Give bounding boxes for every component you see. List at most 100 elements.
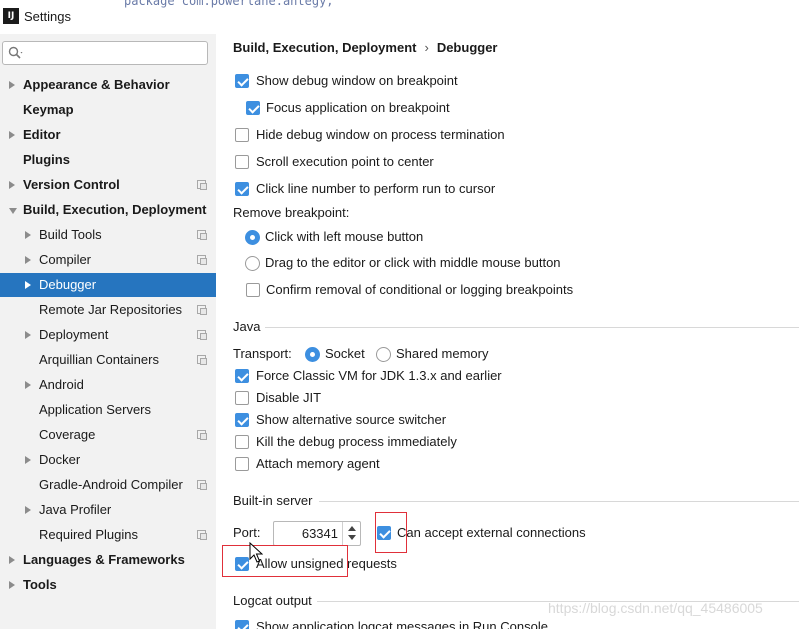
title-bar: package com.powerlane.antegy; IJ Setting… bbox=[0, 0, 799, 34]
sidebar-item-debugger[interactable]: Debugger bbox=[0, 273, 216, 297]
project-level-icon bbox=[197, 230, 207, 240]
project-level-icon bbox=[197, 480, 207, 490]
sidebar-item-tools[interactable]: Tools bbox=[0, 573, 216, 597]
sidebar-item-remote-jar-repositories[interactable]: Remote Jar Repositories bbox=[0, 298, 216, 322]
sidebar-item-label: Build, Execution, Deployment bbox=[23, 202, 207, 217]
sidebar-item-label: Compiler bbox=[39, 252, 92, 267]
chevron-right-icon[interactable] bbox=[9, 131, 15, 139]
sidebar-item-label: Arquillian Containers bbox=[39, 352, 159, 367]
sidebar-item-label: Application Servers bbox=[39, 402, 151, 417]
sidebar-item-languages-frameworks[interactable]: Languages & Frameworks bbox=[0, 548, 216, 572]
attach-memory-agent-checkbox[interactable] bbox=[235, 457, 249, 471]
remove-left-click-radio[interactable] bbox=[245, 230, 260, 245]
java-section-divider bbox=[265, 327, 799, 328]
scroll-execution-checkbox[interactable] bbox=[235, 155, 249, 169]
builtin-server-section-title: Built-in server bbox=[233, 493, 313, 508]
remove-breakpoint-label: Remove breakpoint: bbox=[233, 205, 350, 220]
project-level-icon bbox=[197, 305, 207, 315]
sidebar-item-java-profiler[interactable]: Java Profiler bbox=[0, 498, 216, 522]
chevron-right-icon[interactable] bbox=[25, 456, 31, 464]
project-level-icon bbox=[197, 255, 207, 265]
chevron-right-icon[interactable] bbox=[25, 281, 31, 289]
kill-process-checkbox[interactable] bbox=[235, 435, 249, 449]
sidebar-item-build-tools[interactable]: Build Tools bbox=[0, 223, 216, 247]
sidebar-item-label: Remote Jar Repositories bbox=[39, 302, 183, 317]
debugger-settings-panel: Build, Execution, Deployment › Debugger Sh… bbox=[216, 34, 799, 629]
show-app-logcat-checkbox[interactable] bbox=[235, 620, 249, 629]
hide-debug-window-checkbox[interactable] bbox=[235, 128, 249, 142]
confirm-removal-label: Confirm removal of conditional or loggin… bbox=[266, 282, 574, 297]
chevron-down-icon[interactable] bbox=[9, 208, 17, 214]
sidebar-item-appearance-behavior[interactable]: Appearance & Behavior bbox=[0, 73, 216, 97]
sidebar-item-label: Keymap bbox=[23, 102, 74, 117]
socket-radio[interactable] bbox=[305, 347, 320, 362]
click-line-number-label: Click line number to perform run to curs… bbox=[256, 181, 496, 196]
sidebar-item-label: Plugins bbox=[23, 152, 70, 167]
sidebar-item-keymap[interactable]: Keymap bbox=[0, 98, 216, 122]
port-label: Port: bbox=[233, 525, 261, 540]
sidebar-item-coverage[interactable]: Coverage bbox=[0, 423, 216, 447]
sidebar-item-label: Java Profiler bbox=[39, 502, 112, 517]
sidebar-item-label: Required Plugins bbox=[39, 527, 139, 542]
alt-source-switcher-label: Show alternative source switcher bbox=[256, 412, 447, 427]
sidebar-item-editor[interactable]: Editor bbox=[0, 123, 216, 147]
scroll-execution-label: Scroll execution point to center bbox=[256, 154, 434, 169]
force-classic-vm-checkbox[interactable] bbox=[235, 369, 249, 383]
port-spinner[interactable] bbox=[342, 522, 360, 545]
sidebar-item-build-execution-deployment[interactable]: Build, Execution, Deployment bbox=[0, 198, 216, 222]
focus-application-checkbox[interactable] bbox=[246, 101, 260, 115]
sidebar-item-label: Gradle-Android Compiler bbox=[39, 477, 183, 492]
sidebar-item-deployment[interactable]: Deployment bbox=[0, 323, 216, 347]
intellij-app-icon: IJ bbox=[3, 8, 19, 24]
chevron-right-icon[interactable] bbox=[25, 381, 31, 389]
port-decrement-icon[interactable] bbox=[348, 535, 356, 540]
chevron-right-icon[interactable] bbox=[9, 581, 15, 589]
sidebar-item-arquillian-containers[interactable]: Arquillian Containers bbox=[0, 348, 216, 372]
port-value[interactable]: 63341 bbox=[302, 526, 338, 541]
sidebar-item-docker[interactable]: Docker bbox=[0, 448, 216, 472]
show-app-logcat-label: Show application logcat messages in Run … bbox=[256, 619, 548, 629]
chevron-right-icon[interactable] bbox=[25, 331, 31, 339]
chevron-right-icon[interactable] bbox=[25, 231, 31, 239]
sidebar-item-application-servers[interactable]: Application Servers bbox=[0, 398, 216, 422]
chevron-right-icon[interactable] bbox=[9, 81, 15, 89]
port-stepper[interactable]: 63341 bbox=[273, 521, 361, 546]
shared-memory-radio[interactable] bbox=[376, 347, 391, 362]
chevron-right-icon[interactable] bbox=[9, 181, 15, 189]
sidebar-item-label: Tools bbox=[23, 577, 57, 592]
annotation-highlight-allow-unsigned bbox=[222, 545, 348, 577]
sidebar-item-label: Docker bbox=[39, 452, 81, 467]
chevron-right-icon[interactable] bbox=[9, 556, 15, 564]
breadcrumb: Build, Execution, Deployment › Debugger bbox=[233, 40, 497, 55]
sidebar-item-compiler[interactable]: Compiler bbox=[0, 248, 216, 272]
confirm-removal-checkbox[interactable] bbox=[246, 283, 260, 297]
sidebar-item-version-control[interactable]: Version Control bbox=[0, 173, 216, 197]
java-section-title: Java bbox=[233, 319, 261, 334]
sidebar-item-gradle-android-compiler[interactable]: Gradle-Android Compiler bbox=[0, 473, 216, 497]
alt-source-switcher-checkbox[interactable] bbox=[235, 413, 249, 427]
chevron-right-icon[interactable] bbox=[25, 256, 31, 264]
click-line-number-checkbox[interactable] bbox=[235, 182, 249, 196]
disable-jit-checkbox[interactable] bbox=[235, 391, 249, 405]
project-level-icon bbox=[197, 430, 207, 440]
sidebar-item-label: Appearance & Behavior bbox=[23, 77, 170, 92]
sidebar-item-label: Editor bbox=[23, 127, 61, 142]
mouse-pointer-icon bbox=[249, 542, 263, 563]
breadcrumb-current: Debugger bbox=[436, 40, 498, 55]
breadcrumb-parent[interactable]: Build, Execution, Deployment bbox=[233, 40, 416, 55]
show-debug-window-label: Show debug window on breakpoint bbox=[256, 73, 458, 88]
sidebar-item-required-plugins[interactable]: Required Plugins bbox=[0, 523, 216, 547]
sidebar-item-label: Version Control bbox=[23, 177, 120, 192]
sidebar-item-plugins[interactable]: Plugins bbox=[0, 148, 216, 172]
port-increment-icon[interactable] bbox=[348, 526, 356, 531]
remove-drag-radio[interactable] bbox=[245, 256, 260, 271]
sidebar-item-android[interactable]: Android bbox=[0, 373, 216, 397]
hide-debug-window-label: Hide debug window on process termination bbox=[256, 127, 505, 142]
show-debug-window-checkbox[interactable] bbox=[235, 74, 249, 88]
sidebar-item-label: Coverage bbox=[39, 427, 96, 442]
attach-memory-agent-label: Attach memory agent bbox=[256, 456, 380, 471]
transport-label: Transport: bbox=[233, 346, 292, 361]
settings-search-input[interactable] bbox=[2, 41, 208, 65]
project-level-icon bbox=[197, 180, 207, 190]
chevron-right-icon[interactable] bbox=[25, 506, 31, 514]
